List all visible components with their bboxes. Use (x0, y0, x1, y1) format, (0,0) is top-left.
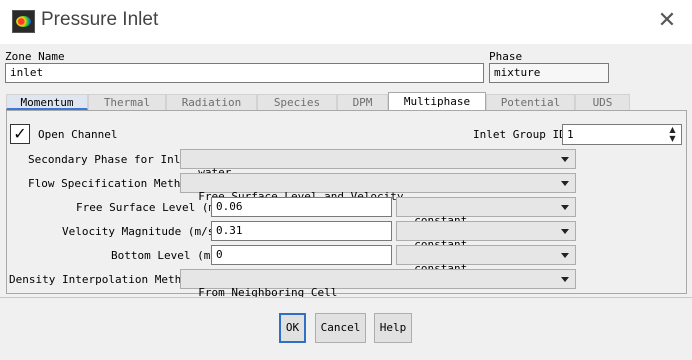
tab-momentum[interactable]: Momentum (6, 94, 88, 110)
footer-divider (0, 297, 692, 298)
dialog-title: Pressure Inlet (41, 9, 159, 30)
bottom-level-method-dropdown[interactable]: constant (396, 245, 576, 275)
inlet-group-id-spinner[interactable]: 1 ▲ ▼ (562, 124, 682, 145)
fluent-app-icon (12, 10, 35, 33)
tab-bar: Momentum Thermal Radiation Species DPM M… (6, 92, 630, 111)
flow-spec-dropdown[interactable]: Free Surface Level and Velocity (180, 173, 576, 203)
chevron-down-icon (561, 205, 569, 210)
tab-potential[interactable]: Potential (486, 94, 575, 110)
free-surface-label: Free Surface Level (m) (76, 201, 222, 214)
zone-name-label: Zone Name (5, 50, 65, 63)
flow-spec-label: Flow Specification Method (28, 177, 194, 190)
secondary-phase-dropdown[interactable]: water (180, 149, 576, 179)
secondary-phase-label: Secondary Phase for Inlet (28, 153, 194, 166)
velocity-label: Velocity Magnitude (m/s) (62, 225, 221, 238)
free-surface-input[interactable]: 0.06 (211, 197, 392, 217)
free-surface-method-dropdown[interactable]: constant (396, 197, 576, 227)
cancel-button[interactable]: Cancel (315, 313, 366, 343)
tab-thermal[interactable]: Thermal (88, 94, 166, 110)
spin-up-icon[interactable]: ▲ (669, 126, 675, 134)
inlet-group-id-label: Inlet Group ID (473, 128, 566, 141)
chevron-down-icon (561, 277, 569, 282)
tab-dpm[interactable]: DPM (337, 94, 388, 110)
phase-field: mixture (489, 63, 609, 83)
tab-uds[interactable]: UDS (575, 94, 630, 110)
density-interp-dropdown[interactable]: From Neighboring Cell (180, 269, 576, 299)
tab-species[interactable]: Species (257, 94, 337, 110)
chevron-down-icon (561, 181, 569, 186)
phase-label: Phase (489, 50, 523, 63)
bottom-level-input[interactable]: 0 (211, 245, 392, 265)
density-interp-label: Density Interpolation Method (9, 273, 195, 286)
tab-multiphase[interactable]: Multiphase (388, 92, 486, 111)
zone-name-input[interactable]: inlet (5, 63, 484, 83)
velocity-input[interactable]: 0.31 (211, 221, 392, 241)
ok-button[interactable]: OK (279, 313, 306, 343)
chevron-down-icon (561, 253, 569, 258)
help-button[interactable]: Help (374, 313, 412, 343)
open-channel-checkbox[interactable]: ✓ (10, 124, 30, 144)
close-icon[interactable]: ✕ (656, 10, 678, 33)
tab-radiation[interactable]: Radiation (166, 94, 257, 110)
title-bar: Pressure Inlet ✕ (0, 0, 692, 44)
bottom-level-label: Bottom Level (m) (111, 249, 217, 262)
chevron-down-icon (561, 157, 569, 162)
open-channel-label: Open Channel (38, 128, 118, 141)
velocity-method-dropdown[interactable]: constant (396, 221, 576, 251)
chevron-down-icon (561, 229, 569, 234)
inlet-group-id-value: 1 (567, 128, 574, 141)
spin-down-icon[interactable]: ▼ (669, 135, 675, 143)
